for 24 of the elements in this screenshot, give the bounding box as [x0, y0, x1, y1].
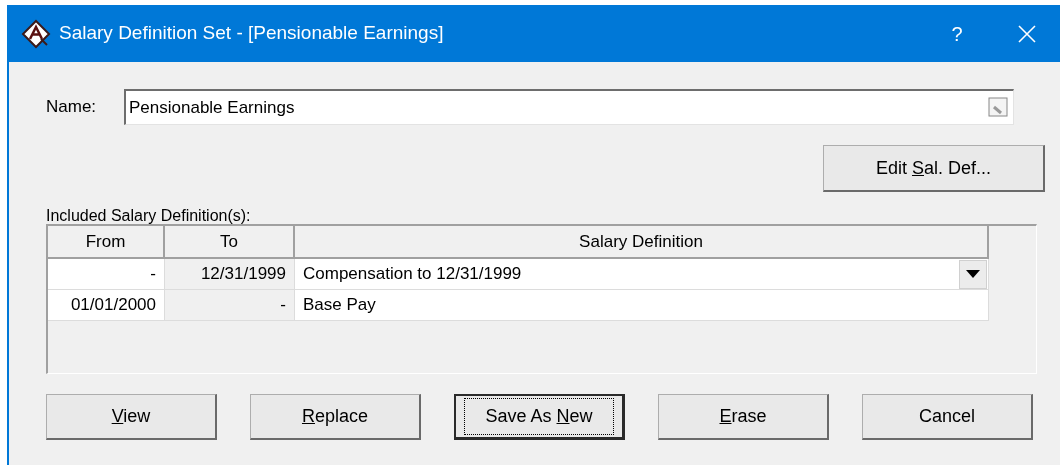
- table-caption: Included Salary Definition(s):: [46, 206, 252, 224]
- name-field[interactable]: Pensionable Earnings: [124, 89, 1014, 125]
- table-cell: -: [48, 259, 165, 290]
- name-label: Name:: [46, 96, 98, 119]
- close-icon: [1017, 23, 1037, 44]
- dropdown-value: Compensation to 12/31/1999: [303, 263, 523, 286]
- column-header[interactable]: Salary Definition: [295, 226, 989, 259]
- table-cell: -: [165, 290, 295, 321]
- dialog-button[interactable]: Cancel: [862, 394, 1033, 440]
- dialog-button[interactable]: View: [46, 394, 217, 440]
- table-cell: Base Pay: [295, 290, 989, 321]
- definition-dropdown[interactable]: Compensation to 12/31/1999: [295, 259, 989, 290]
- column-header[interactable]: To: [165, 226, 295, 259]
- dialog-button[interactable]: Save As New: [454, 394, 625, 440]
- dialog-button[interactable]: Replace: [250, 394, 421, 440]
- edit-button[interactable]: Edit Sal. Def...: [823, 145, 1045, 192]
- edit-icon[interactable]: [988, 97, 1008, 117]
- table-cell: 12/31/1999: [165, 259, 295, 290]
- table-cell: 01/01/2000: [48, 290, 165, 321]
- help-button[interactable]: ?: [942, 18, 972, 49]
- column-header[interactable]: From: [48, 226, 165, 259]
- logo-icon: [21, 18, 51, 49]
- dialog-button[interactable]: Erase: [658, 394, 829, 440]
- window-title: Salary Definition Set - [Pensionable Earnings]: [59, 21, 444, 46]
